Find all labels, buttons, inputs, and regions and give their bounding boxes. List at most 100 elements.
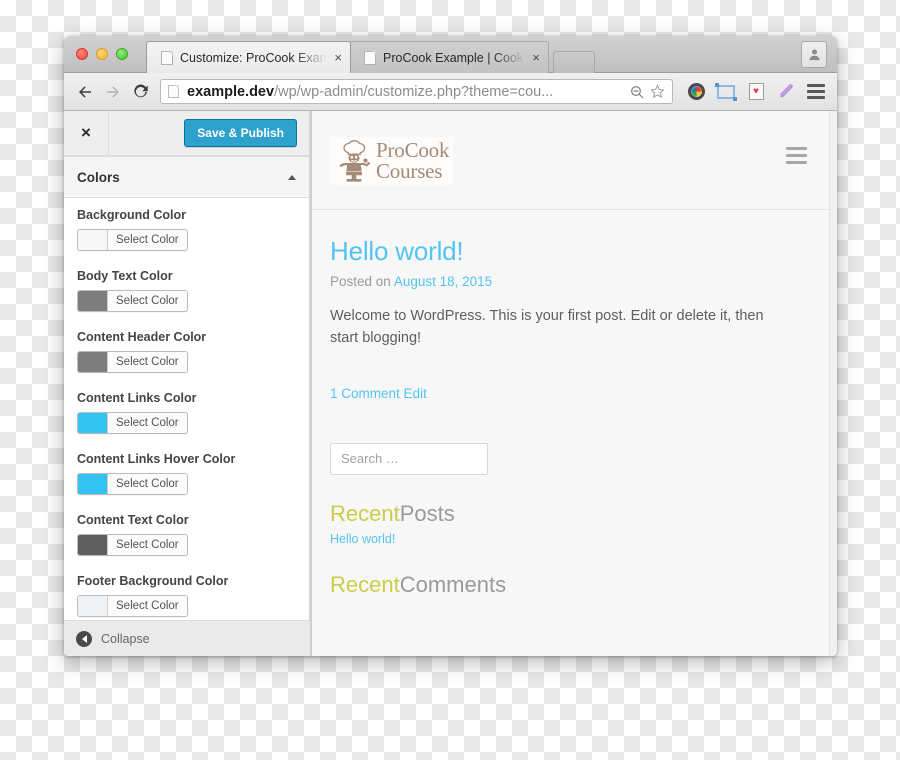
zoom-out-icon[interactable]	[629, 84, 645, 100]
select-color-button[interactable]: Select Color	[108, 535, 187, 555]
site-menu-icon[interactable]	[786, 137, 807, 164]
widget-title-highlight: Recent	[330, 571, 400, 597]
post-body: Welcome to WordPress. This is your first…	[330, 308, 764, 347]
control-content-text-color: Content Text Color Select Color	[77, 513, 296, 560]
bookmark-star-icon[interactable]	[649, 83, 666, 100]
site-main-content: Hello world! Posted on August 18, 2015 W…	[312, 210, 837, 598]
tab-close-icon[interactable]: ×	[334, 51, 342, 64]
site-header: ProCook Courses	[312, 111, 837, 210]
browser-menu-button[interactable]	[803, 79, 829, 105]
back-button[interactable]	[72, 79, 98, 105]
section-colors-header[interactable]: Colors	[64, 156, 309, 198]
select-color-button[interactable]: Select Color	[108, 474, 187, 494]
widget-title-recent-comments: RecentComments	[330, 572, 807, 598]
color-picker[interactable]: Select Color	[77, 473, 188, 495]
color-swatch[interactable]	[78, 596, 108, 616]
control-background-color: Background Color Select Color	[77, 208, 296, 255]
color-swatch[interactable]	[78, 474, 108, 494]
control-content-header-color: Content Header Color Select Color	[77, 330, 296, 377]
collapse-label: Collapse	[101, 631, 150, 646]
color-swatch[interactable]	[78, 413, 108, 433]
preview-scrollbar[interactable]	[829, 111, 837, 656]
customizer-sidebar: × Save & Publish Colors Background Color…	[64, 110, 310, 656]
widget-title-highlight: Recent	[330, 500, 400, 526]
customizer-panel-scroll[interactable]: Colors Background Color Select Color Bod…	[64, 156, 309, 656]
color-picker[interactable]: Select Color	[77, 351, 188, 373]
section-title-text: Colors	[77, 169, 120, 185]
color-swatch[interactable]	[78, 291, 108, 311]
site-logo-text: ProCook Courses	[376, 140, 449, 181]
site-logo-line2: Courses	[376, 159, 443, 183]
color-picker[interactable]: Select Color	[77, 412, 188, 434]
chef-logo-icon	[339, 140, 370, 182]
color-swatch[interactable]	[78, 230, 108, 250]
pocket-icon[interactable]: ♥	[743, 79, 769, 105]
url-domain: example.dev	[187, 83, 275, 100]
control-label: Content Text Color	[77, 513, 189, 527]
post-date-link[interactable]: August 18, 2015	[394, 274, 492, 289]
person-icon	[809, 49, 819, 61]
tab-title: ProCook Example | Cook li	[383, 50, 526, 65]
control-content-links-color: Content Links Color Select Color	[77, 391, 296, 438]
color-swatch[interactable]	[78, 535, 108, 555]
select-color-button[interactable]: Select Color	[108, 413, 187, 433]
color-swatch[interactable]	[78, 352, 108, 372]
save-and-publish-button[interactable]: Save & Publish	[184, 119, 297, 147]
edit-post-link[interactable]: Edit	[404, 386, 427, 401]
select-color-button[interactable]: Select Color	[108, 596, 187, 616]
browser-toolbar: example.dev/wp/wp-admin/customize.php?th…	[64, 73, 837, 111]
customizer-actions: Save & Publish	[109, 119, 309, 147]
window-traffic-lights	[76, 48, 128, 60]
widget-title-rest: Posts	[399, 500, 455, 526]
control-label: Content Header Color	[77, 330, 207, 344]
select-color-button[interactable]: Select Color	[108, 291, 187, 311]
browser-tab-strip: Customize: ProCook Exam × ProCook Exampl…	[64, 36, 837, 73]
forward-button[interactable]	[100, 79, 126, 105]
search-input[interactable]: Search …	[330, 442, 488, 475]
color-picker[interactable]: Select Color	[77, 534, 188, 556]
select-color-button[interactable]: Select Color	[108, 230, 187, 250]
new-tab-button[interactable]	[553, 51, 595, 73]
minimize-window-button[interactable]	[96, 48, 108, 60]
caret-up-icon	[288, 174, 296, 180]
chrome-extension-icon[interactable]	[683, 79, 709, 105]
control-label: Body Text Color	[77, 269, 173, 283]
screen-capture-icon[interactable]	[713, 79, 739, 105]
control-label: Content Links Color	[77, 391, 197, 405]
reload-button[interactable]	[128, 79, 154, 105]
recent-posts-list: Hello world!	[330, 532, 807, 546]
control-body-text-color: Body Text Color Select Color	[77, 269, 296, 316]
post-title[interactable]: Hello world!	[330, 236, 807, 267]
address-bar[interactable]: example.dev/wp/wp-admin/customize.php?th…	[160, 79, 673, 104]
reload-icon	[134, 84, 148, 97]
post-meta: Posted on August 18, 2015	[330, 274, 807, 289]
tab-close-icon[interactable]: ×	[532, 51, 540, 64]
color-picker[interactable]: Select Color	[77, 290, 188, 312]
collapse-sidebar-button[interactable]: Collapse	[64, 620, 310, 656]
site-logo[interactable]: ProCook Courses	[330, 137, 454, 185]
browser-window: Customize: ProCook Exam × ProCook Exampl…	[64, 36, 837, 656]
close-window-button[interactable]	[76, 48, 88, 60]
page-icon	[161, 50, 173, 65]
color-picker[interactable]: Select Color	[77, 229, 188, 251]
theme-preview-frame[interactable]: ProCook Courses Hello world! Posted on A…	[310, 111, 837, 656]
maximize-window-button[interactable]	[116, 48, 128, 60]
url-text: example.dev/wp/wp-admin/customize.php?th…	[187, 84, 625, 100]
control-content-links-hover-color: Content Links Hover Color Select Color	[77, 452, 296, 499]
arrow-left-icon	[79, 85, 91, 98]
arrow-right-icon	[107, 85, 119, 98]
color-picker[interactable]: Select Color	[77, 595, 188, 617]
list-item[interactable]: Hello world!	[330, 532, 395, 546]
control-label: Background Color	[77, 208, 187, 222]
url-path: /wp/wp-admin/customize.php?theme=cou...	[274, 83, 554, 100]
highlighter-icon[interactable]	[773, 79, 799, 105]
profile-button[interactable]	[801, 41, 827, 68]
tab-procook-example[interactable]: ProCook Example | Cook li ×	[349, 41, 549, 73]
comment-count-link[interactable]: 1 Comment	[330, 386, 400, 401]
close-customizer-button[interactable]: ×	[64, 110, 109, 156]
customizer-header: × Save & Publish	[64, 110, 309, 156]
post-links: 1 Comment Edit	[330, 386, 807, 401]
search-placeholder: Search …	[341, 451, 399, 467]
select-color-button[interactable]: Select Color	[108, 352, 187, 372]
tab-customize-procook[interactable]: Customize: ProCook Exam ×	[146, 41, 351, 73]
